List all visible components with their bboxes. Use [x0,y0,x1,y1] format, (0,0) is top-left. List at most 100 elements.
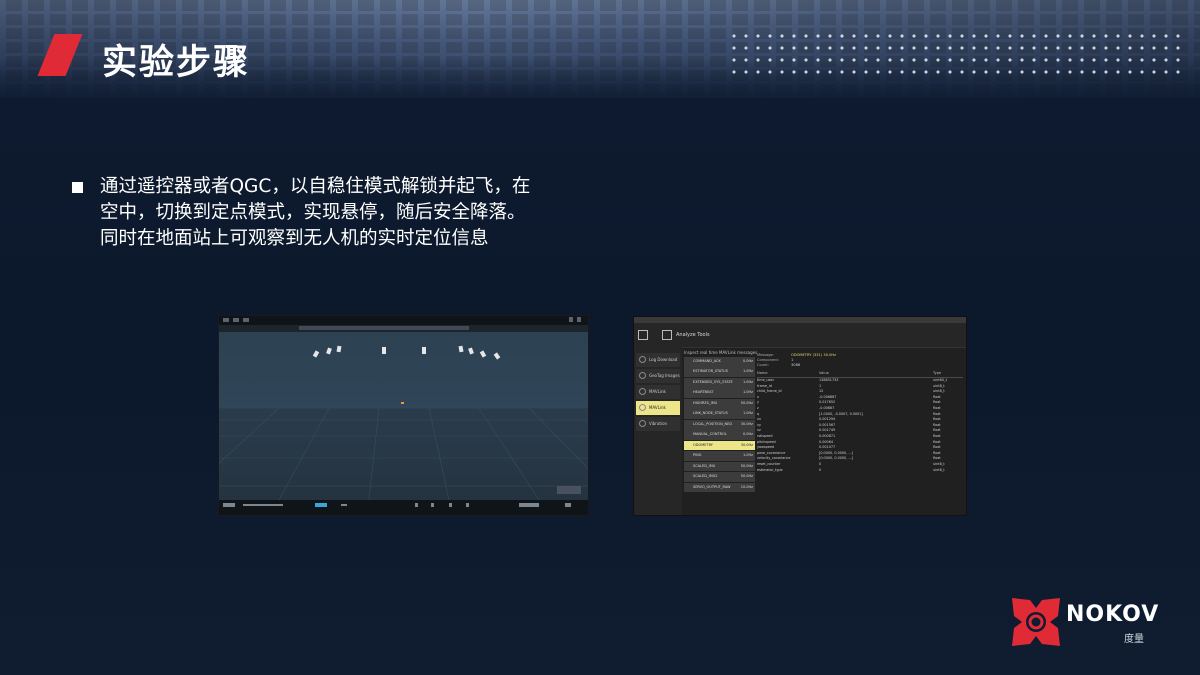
field-name: pitchspeed [757,439,776,444]
meta-value: 1 [791,358,794,362]
message-row[interactable]: SCALED_IMU 50.0Hz [684,461,755,472]
qgc-header-label: Analyze Tools [676,332,710,338]
field-name: estimator_type [757,467,783,472]
message-name: EXTENDED_SYS_STATE [693,379,733,384]
field-value: 0.001749 [819,428,836,433]
field-value: 0.001567 [819,422,836,427]
sidebar-item-vibration[interactable]: Vibration [636,417,680,431]
message-rate: 50.0Hz [740,463,753,468]
field-type: float [933,411,941,416]
message-row[interactable]: LINK_NODE_STATUS 1.0Hz [684,409,755,420]
sidebar-item-log-download[interactable]: Log Download [636,353,680,367]
field-type: float [933,428,941,433]
field-row: estimator_type 0 uint8_t [757,468,963,474]
mocap-viewer-screenshot [218,315,589,516]
meta-key: Count: [757,363,769,367]
field-type: float [933,433,941,438]
field-value: 0.000871 [819,433,836,438]
field-name: child_frame_id [757,389,782,394]
message-rate: 1.0Hz [742,411,753,416]
field-type: uint8_t [933,467,945,472]
field-value: 138851733 [819,378,839,382]
field-name: time_usec [757,378,775,382]
message-name: ESTIMATOR_STATUS [693,369,728,374]
field-name: y [757,400,760,405]
message-name: SCALED_IMU [693,463,716,468]
nokov-logo-mark-icon [1012,598,1060,646]
message-name: HEARTBEAT [693,390,714,395]
field-name: vy [757,422,762,427]
download-icon [639,356,646,363]
field-name: frame_id [757,383,772,388]
message-row[interactable]: COMMAND_ACK 0.0Hz [684,357,755,367]
field-type: float [933,417,941,422]
message-rate: 50.0Hz [740,474,753,479]
message-rate: 30.0Hz [740,421,753,426]
vibration-icon [639,420,646,427]
message-list: COMMAND_ACK 0.0Hz ESTIMATOR_STATUS 1.0Hz EXT… [684,357,755,493]
message-name: COMMAND_ACK [693,359,721,363]
field-value: 12 [819,389,824,394]
message-rate: 1.0Hz [742,379,753,384]
brand-subtitle: 度量 [1124,634,1144,645]
field-type: uint64_t [933,378,947,382]
field-value: 0.001077 [819,445,836,450]
field-value: -0.00687 [819,405,835,410]
viewer-overlay [219,317,588,507]
message-row[interactable]: ODOMETRY 30.0Hz [684,440,755,451]
field-value: 0 [819,461,822,466]
field-type: uint8_t [933,383,945,388]
back-icon [638,330,648,340]
message-row[interactable]: HIGHRES_IMU 50.0Hz [684,398,755,409]
inspector-hint: Inspect real time MAVLink messages. [684,350,759,355]
meta-value: 3086 [791,363,801,367]
field-name: pose_covariance [757,450,786,455]
field-name: q [757,411,760,416]
message-rate: 50.0Hz [740,400,753,405]
field-type: float [933,405,941,410]
field-type: float [933,400,941,405]
message-name: PING [693,453,702,458]
message-row[interactable]: ESTIMATOR_STATUS 1.0Hz [684,367,755,378]
message-row[interactable]: SERVO_OUTPUT_RAW 10.0Hz [684,482,755,493]
message-name: HIGHRES_IMU [693,400,718,405]
field-value: 0 [819,467,822,472]
message-rate: 10.0Hz [740,484,753,489]
sidebar-item-console[interactable]: MAVLink Console [636,385,680,408]
message-detail: Message: ODOMETRY (331) 30.0Hz Component: 1… [757,353,963,473]
message-name: SERVO_OUTPUT_RAW [693,484,731,489]
field-value: 0.00064 [819,439,834,444]
qgc-sidebar: Log Download GeoTag Images MAVLink Conso… [634,347,682,515]
message-name: LINK_NODE_STATUS [693,411,728,416]
field-table-header: Name Value Type [757,371,963,378]
field-name: yawspeed [757,445,775,450]
geotag-icon [639,372,646,379]
qgc-analyze-tools-screenshot: Analyze Tools Log Download GeoTag Images… [633,316,967,516]
meta-row: Count: 3086 [757,363,963,368]
field-name: z [757,405,759,410]
message-row[interactable]: PING 1.0Hz [684,451,755,461]
sidebar-item-inspector[interactable]: MAVLink Inspector [636,401,680,424]
message-row[interactable]: EXTENDED_SYS_STATE 1.0Hz [684,377,755,388]
message-row[interactable]: SCALED_IMU2 50.0Hz [684,472,755,482]
field-value: [0.0000, 0.0000, ...] [819,450,853,455]
field-value: [0.0000, 0.0000, ...] [819,456,853,461]
brand-name: NOKOV [1066,602,1160,627]
message-row[interactable]: LOCAL_POSITION_NED 30.0Hz [684,419,755,430]
message-meta: Message: ODOMETRY (331) 30.0Hz Component: 1… [757,353,963,368]
inspector-icon [639,404,646,411]
field-type: float [933,394,941,399]
field-name: x [757,394,760,399]
sidebar-item-geotag[interactable]: GeoTag Images [636,369,680,383]
meta-value: ODOMETRY (331) 30.0Hz [791,353,836,357]
field-table: time_usec 138851733 uint64_t frame_id 1 uint8… [757,378,963,473]
message-name: MANUAL_CONTROL [693,432,727,437]
message-row[interactable]: MANUAL_CONTROL 0.0Hz [684,430,755,440]
dot-grid-decoration [728,30,1188,82]
field-type: float [933,445,941,450]
message-name: ODOMETRY [693,442,713,447]
slide: 实验步骤 通过遥控器或者QGC，以自稳住模式解锁并起飞，在空中，切换到定点模式，… [0,0,1200,675]
field-type: float [933,422,941,427]
page-title: 实验步骤 [102,43,251,83]
message-row[interactable]: HEARTBEAT 1.0Hz [684,388,755,399]
